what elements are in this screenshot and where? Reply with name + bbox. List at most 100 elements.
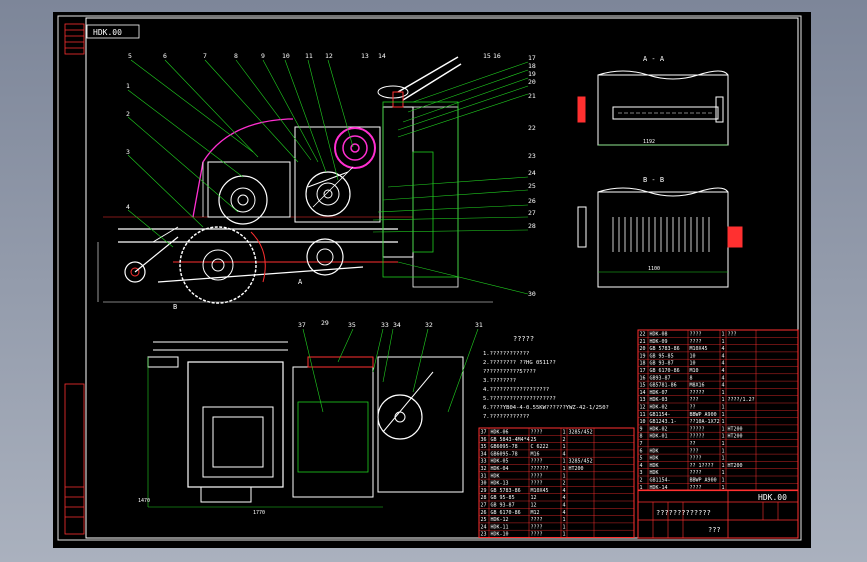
bom-cell: GB93-87	[650, 375, 671, 381]
bom-cell: 1	[722, 412, 725, 418]
bom-cell: 1	[563, 459, 566, 465]
bom-cell: 18	[640, 361, 646, 367]
balloon-19: 19	[528, 70, 536, 78]
bom-cell: 1	[722, 332, 725, 338]
dim-b-width: 1100	[648, 266, 660, 272]
balloon-16: 16	[493, 52, 501, 60]
bom-cell: GB 95-85	[650, 353, 674, 359]
bom-cell: 19	[640, 353, 646, 359]
balloon-37: 37	[298, 321, 306, 329]
bom-cell: 4	[722, 346, 725, 352]
bom-cell: HDK-08	[650, 332, 668, 338]
balloon-31: 31	[475, 321, 483, 329]
bom-cell: 12	[531, 495, 537, 501]
bom-cell: ????	[690, 470, 702, 476]
balloon-28: 28	[528, 222, 536, 230]
bom-cell: ????	[531, 459, 543, 465]
bom-cell: 11	[640, 412, 646, 418]
bom-cell: GB 93-87	[650, 361, 674, 367]
bom-cell: 29	[481, 488, 487, 494]
balloon-7: 7	[203, 52, 207, 60]
bom-cell: 24	[481, 524, 487, 530]
bom-cell: ????	[531, 517, 543, 523]
bom-cell: HDK-04	[491, 466, 509, 472]
balloon-12: 12	[325, 52, 333, 60]
left-title-strip	[64, 23, 85, 535]
bom-cell: 4	[640, 463, 643, 469]
bom-cell: 4	[722, 353, 725, 359]
sheet-title: ?????????????	[656, 509, 711, 517]
note-3: ???????????5????	[483, 369, 536, 375]
bom-cell: 1	[722, 470, 725, 476]
drawing-canvas[interactable]: HDK.00 B A 5 6 7 8 9 10 11 12 13 14 15 1…	[53, 12, 811, 548]
bom-cell: 26	[481, 510, 487, 516]
bom-cell: 36	[481, 437, 487, 443]
bom-cell: 28	[481, 495, 487, 501]
balloon-4: 4	[126, 203, 130, 211]
bom-cell: 12	[640, 405, 646, 411]
bom-cell: 12	[531, 503, 537, 509]
bom-cell: HDK-09	[650, 339, 668, 345]
balloon-24: 24	[528, 169, 536, 177]
bom-cell: ????	[690, 456, 702, 462]
balloon-25: 25	[528, 182, 536, 190]
bom-cell: 1	[722, 339, 725, 345]
bom-cell: 1	[563, 430, 566, 436]
bom-table-left: 37 HDK-06???? 1 3285/45236 GB 5843-4M4*4 25 23…	[478, 427, 635, 538]
bom-cell: 3	[640, 470, 643, 476]
bom-cell: 23	[481, 532, 487, 538]
balloon-20: 20	[528, 78, 536, 86]
note-8: 7.????????????	[483, 414, 529, 420]
bom-cell: GB1243.1-	[650, 419, 677, 425]
bom-cell: GB 93-87	[491, 503, 515, 509]
bom-cell: ????	[531, 532, 543, 538]
bom-cell: HT200	[728, 463, 743, 469]
balloon-26: 26	[528, 197, 536, 205]
bom-cell: HDK	[491, 473, 500, 479]
view-label-b: B	[173, 303, 177, 311]
bom-cell: M8X16	[690, 383, 705, 389]
bom-cell: 9	[640, 426, 643, 432]
bom-cell: 1	[722, 448, 725, 454]
bom-cell: 1	[722, 463, 725, 469]
balloon-3: 3	[126, 148, 130, 156]
bom-cell: HDK-01	[650, 434, 668, 440]
balloon-group-top: 5 6 7 8 9 10 11 12 13 14 15 16 17 18 19 …	[128, 52, 536, 86]
bom-cell: 35	[481, 444, 487, 450]
bom-cell: HDK	[650, 448, 659, 454]
bom-cell: M12	[531, 510, 540, 516]
balloon-9: 9	[261, 52, 265, 60]
bom-cell: 1	[722, 441, 725, 447]
balloon-27: 27	[528, 209, 536, 217]
bom-cell: ????/1.2?	[728, 397, 755, 403]
section-a-label: A - A	[643, 55, 665, 63]
notes-title: ?????	[513, 335, 534, 343]
bom-cell: HDK-02	[650, 405, 668, 411]
bom-cell: GB 6170-86	[491, 510, 521, 516]
bom-cell: 8	[690, 375, 693, 381]
bom-cell: ??	[690, 441, 696, 447]
bom-cell: 3285/452	[569, 459, 593, 465]
bom-cell: 10	[690, 353, 696, 359]
bom-cell: HDK-05	[491, 459, 509, 465]
bom-cell: 13	[640, 397, 646, 403]
bom-cell: HDK-13	[491, 481, 509, 487]
bom-cell: 1	[722, 478, 725, 484]
bom-cell: 30	[481, 481, 487, 487]
bom-cell: 17	[640, 368, 646, 374]
bom-cell: 3285/452	[569, 430, 593, 436]
balloon-5: 5	[128, 52, 132, 60]
technical-notes: ????? 1.???????????? 2.???????? ??HG 051…	[483, 335, 609, 420]
note-1: 1.????????????	[483, 351, 529, 357]
bom-cell: GB 95-85	[491, 495, 515, 501]
balloon-15: 15	[483, 52, 491, 60]
bom-cell: 4	[722, 368, 725, 374]
bom-cell: 20	[640, 346, 646, 352]
note-5: 4.??????????????????	[483, 387, 549, 393]
bom-cell: 1	[722, 397, 725, 403]
bom-cell: HDK-10	[491, 532, 509, 538]
bom-cell: 4	[563, 503, 566, 509]
bom-cell: ???	[690, 448, 699, 454]
cad-drawing: HDK.00 B A 5 6 7 8 9 10 11 12 13 14 15 1…	[57, 15, 802, 541]
section-b-label: B - B	[643, 176, 664, 184]
